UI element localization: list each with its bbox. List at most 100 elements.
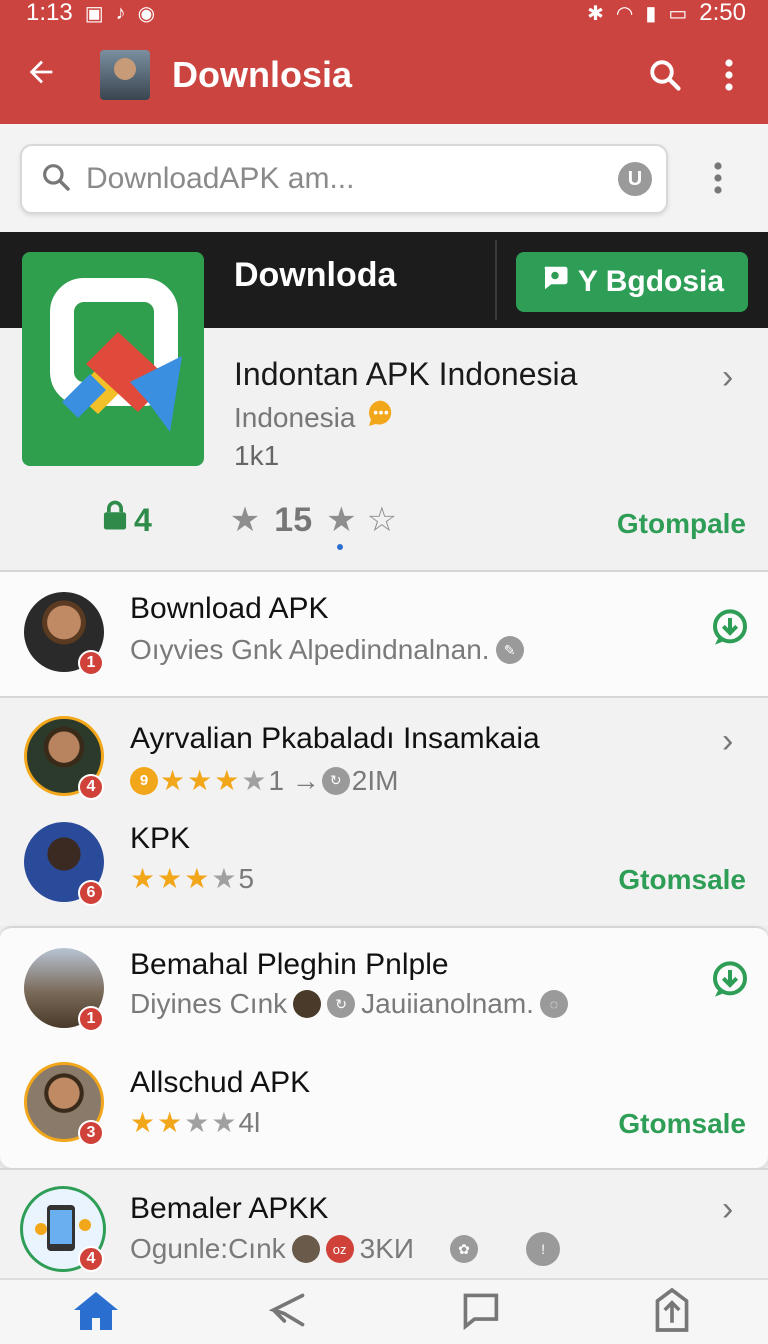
mini-avatar — [291, 1235, 320, 1263]
list-item-count: 2IM — [351, 764, 399, 796]
list-item-subtitle: Ogunle:Cınk oz 3KИ ✿ ! — [130, 1232, 561, 1266]
list-item[interactable]: 4 Bemaler APKK Ogunle:Cınk oz 3KИ ✿ ! › — [0, 1170, 768, 1278]
star-filled-icon: ★ — [326, 501, 357, 539]
list-item[interactable]: 1 Bownload APK Oıyvies Gnk Alpedindnalna… — [0, 572, 768, 696]
star-empty-icon: ★ — [211, 863, 237, 894]
star-empty-icon: ★ — [241, 765, 267, 796]
rating-stars: ★ ★ ★ ★ 5 — [130, 862, 254, 895]
list-item-subtitle-text: Oıyvies Gnk Alpedindnalnan. — [130, 634, 490, 665]
level-chip: 9 — [130, 766, 158, 795]
download-icon[interactable] — [710, 608, 750, 648]
search-icon[interactable] — [640, 50, 690, 100]
list-item-title: KPK — [130, 822, 191, 855]
mic-icon[interactable]: U — [618, 162, 652, 196]
featured-tag[interactable]: Gtompale — [617, 508, 746, 540]
list-item[interactable]: 6 KPK ★ ★ ★ ★ 5 Gtomsale — [0, 810, 768, 926]
list-item-title: Bemaler APKK — [130, 1192, 329, 1225]
list-item-tag[interactable]: Gtomsale — [618, 1108, 746, 1140]
bottom-nav — [0, 1278, 768, 1344]
featured-count: 1k1 — [234, 440, 280, 471]
app-title: Downlosia — [172, 54, 353, 95]
nav-chat[interactable] — [384, 1280, 576, 1344]
list-item-subtitle-extra: Jauiianolnam. — [361, 988, 534, 1019]
featured-action-label: Y Bgdosia — [577, 265, 725, 298]
star-empty-icon: ☆ — [366, 501, 398, 539]
back-arrow-icon[interactable] — [24, 55, 64, 96]
search-more-icon[interactable] — [712, 160, 724, 201]
list-item-tag[interactable]: Gtomsale — [618, 864, 746, 896]
featured-app-name: Indontan APK Indonesia — [234, 356, 578, 392]
featured-stats: 4 ★ 15 ★ ☆ — [100, 500, 397, 540]
notification-badge: 4 — [78, 774, 104, 800]
bluetooth-icon: ✱ — [587, 2, 604, 25]
list-item[interactable]: 4 Ayrvalian Pkabaladı Insamkaia 9 ★ ★ ★ … — [0, 698, 768, 810]
list-item-title: Ayrvalian Pkabaladı Insamkaia — [130, 722, 540, 755]
list-item-title: Bemahal Pleghin Pnlple — [130, 948, 449, 981]
list-card: 4 Bemaler APKK Ogunle:Cınk oz 3KИ ✿ ! › — [0, 1168, 768, 1278]
chat-icon — [458, 1290, 502, 1335]
list-item-count: 3KИ — [359, 1233, 415, 1264]
rating-stars: ★ ★ ★ ★ 4l — [130, 1106, 260, 1139]
download-icon[interactable] — [710, 960, 750, 1000]
signal-icon: ▮ — [645, 2, 657, 25]
list-item-subtitle: Diyines Cınk ↻ Jauiianolnam. ◌ — [130, 988, 568, 1020]
featured-header-title: Downloda — [234, 256, 397, 294]
star-filled-icon: ★ — [187, 765, 213, 796]
share-icon — [266, 1290, 310, 1335]
status-time-left: 1:13 — [26, 0, 73, 26]
notification-badge: 1 — [78, 1006, 104, 1032]
red-chip: oz — [325, 1235, 354, 1263]
star-filled-icon: ★ — [157, 863, 183, 894]
star-filled-icon: ★ — [184, 863, 210, 894]
list-item-meta: 5 — [238, 862, 255, 894]
star-filled-icon: ★ — [130, 863, 156, 894]
divider — [495, 240, 497, 320]
search-input[interactable] — [86, 162, 618, 196]
search-icon — [40, 161, 72, 198]
featured-card[interactable]: Indontan APK Indonesia Indonesia 1k1 › 4… — [0, 252, 768, 570]
chat-bubble-icon — [540, 263, 570, 301]
nav-home[interactable] — [0, 1280, 192, 1344]
mini-avatar — [293, 990, 322, 1018]
nav-upload[interactable] — [576, 1280, 768, 1344]
notification-badge: 1 — [78, 650, 104, 676]
app-logo-icon[interactable] — [22, 252, 204, 466]
search-row: U — [0, 124, 768, 232]
status-time-right: 2:50 — [699, 0, 746, 26]
upload-icon — [652, 1287, 692, 1337]
search-box[interactable]: U — [20, 144, 668, 214]
lock-stat: 4 — [100, 500, 152, 540]
rating-stars: 9 ★ ★ ★ ★ 1 → ↻ 2IM — [130, 764, 398, 797]
list-card: 4 Ayrvalian Pkabaladı Insamkaia 9 ★ ★ ★ … — [0, 696, 768, 926]
owl-notification-icon: ◉ — [137, 2, 156, 25]
list-item-subtitle: Oıyvies Gnk Alpedindnalnan. ✎ — [130, 634, 524, 666]
camera-notification-icon: ▣ — [84, 2, 104, 25]
battery-icon: ▭ — [668, 2, 688, 25]
lock-count: 4 — [134, 501, 152, 538]
list-item[interactable]: 3 Allschud APK ★ ★ ★ ★ 4l Gtomsale — [0, 1048, 768, 1168]
more-vert-icon[interactable] — [704, 50, 754, 100]
list-item-subtitle-text: Ogunle:Cınk — [130, 1233, 286, 1264]
notification-badge: 6 — [78, 880, 104, 906]
featured-country: Indonesia — [234, 398, 397, 437]
list-item-meta: 4l — [238, 1106, 261, 1138]
music-notification-icon: ♪ — [115, 1, 126, 24]
chevron-right-icon[interactable]: › — [722, 1190, 733, 1229]
settings-icon: ✿ — [450, 1235, 479, 1263]
list-item-meta: 1 → — [268, 764, 320, 796]
rating-value: 15 — [274, 500, 313, 539]
list-item[interactable]: 1 Bemahal Pleghin Pnlple Diyines Cınk ↻ … — [0, 928, 768, 1048]
chevron-right-icon[interactable]: › — [722, 358, 733, 397]
star-filled-icon: ★ — [229, 501, 261, 539]
star-filled-icon: ★ — [157, 1107, 183, 1138]
list-item-subtitle-text: Diyines Cınk — [130, 988, 288, 1019]
share-circle-icon: ↻ — [321, 766, 350, 795]
chevron-right-icon[interactable]: › — [722, 722, 733, 761]
nav-share[interactable] — [192, 1280, 384, 1344]
star-filled-icon: ★ — [214, 765, 240, 796]
page-indicator — [337, 544, 343, 550]
profile-avatar[interactable] — [100, 50, 150, 100]
notification-badge: 4 — [78, 1246, 104, 1272]
notification-badge: 3 — [78, 1120, 104, 1146]
featured-action-button[interactable]: Y Bgdosia — [516, 252, 748, 312]
